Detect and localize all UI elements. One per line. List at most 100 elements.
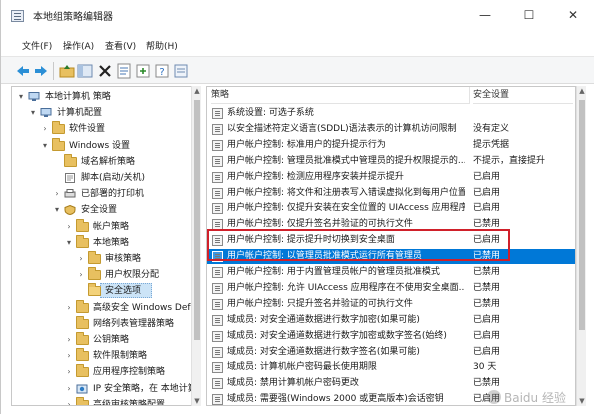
svg-text:?: ? bbox=[159, 67, 164, 78]
policy-row[interactable]: 用户帐户控制: 将文件和注册表写入错误虚拟化到每用户位置 已启用 bbox=[207, 186, 575, 201]
tree-item[interactable]: › 已部署的打印机 bbox=[12, 186, 200, 202]
column-header-security-setting[interactable]: 安全设置 bbox=[473, 87, 573, 104]
tree-item[interactable]: 网络列表管理器策略 bbox=[12, 315, 200, 332]
tree-item[interactable]: ▾ 本地策略 bbox=[12, 234, 200, 251]
tree-scrollbar[interactable]: ▲ ▼ bbox=[191, 86, 201, 406]
scroll-down-arrow-icon[interactable]: ▼ bbox=[577, 396, 587, 406]
expand-chevron-icon[interactable]: › bbox=[40, 121, 50, 137]
expand-chevron-icon[interactable]: › bbox=[76, 267, 86, 283]
view-icon[interactable] bbox=[173, 63, 189, 79]
policy-setting-icon bbox=[212, 394, 223, 405]
tree-item-label: 安全选项 bbox=[105, 286, 142, 297]
policy-row[interactable]: 用户帐户控制: 用于内置管理员帐户的管理员批准模式 已禁用 bbox=[207, 265, 575, 280]
console-tree-icon[interactable] bbox=[77, 63, 93, 79]
expand-chevron-icon[interactable]: › bbox=[64, 364, 74, 380]
tree-item[interactable]: 脚本(启动/关机) bbox=[12, 170, 200, 186]
expand-chevron-icon[interactable]: › bbox=[52, 186, 62, 202]
tree-item[interactable]: › 软件限制策略 bbox=[12, 348, 200, 364]
tree-item[interactable]: ▾ 安全设置 bbox=[12, 202, 200, 218]
folder-icon bbox=[88, 251, 101, 264]
expand-chevron-icon[interactable]: › bbox=[64, 219, 74, 235]
delete-icon[interactable] bbox=[97, 63, 113, 79]
policy-row[interactable]: 以安全描述符定义语言(SDDL)语法表示的计算机访问限制 没有定义 bbox=[207, 122, 575, 137]
policy-name: 以安全描述符定义语言(SDDL)语法表示的计算机访问限制 bbox=[227, 123, 457, 134]
folder-icon bbox=[76, 396, 89, 405]
tree-item[interactable]: ▾ 计算机配置 bbox=[12, 105, 200, 121]
menu-help[interactable]: 帮助(H) bbox=[146, 39, 178, 52]
column-header-policy[interactable]: 策略 bbox=[211, 87, 469, 104]
policy-row[interactable]: 用户帐户控制: 检测应用程序安装并提示提升 已启用 bbox=[207, 170, 575, 185]
expand-chevron-icon[interactable]: › bbox=[64, 397, 74, 405]
policy-setting-icon bbox=[212, 203, 223, 215]
policy-security-setting: 已禁用 bbox=[473, 267, 501, 277]
policy-setting-icon bbox=[212, 378, 223, 390]
column-divider[interactable] bbox=[469, 87, 470, 104]
forward-arrow-icon[interactable] bbox=[33, 63, 49, 79]
menu-view[interactable]: 查看(V) bbox=[105, 39, 136, 52]
menu-file[interactable]: 文件(F) bbox=[22, 39, 52, 52]
collapse-chevron-icon[interactable]: ▾ bbox=[28, 105, 38, 121]
watermark-text: Baidu 经验 bbox=[504, 391, 566, 405]
scroll-thumb[interactable] bbox=[194, 100, 200, 340]
policy-row[interactable]: 用户帐户控制: 标准用户的提升提示行为 提示凭据 bbox=[207, 138, 575, 153]
collapse-chevron-icon[interactable]: ▾ bbox=[16, 89, 26, 105]
policy-row[interactable]: 域成员: 计算机帐户密码最长使用期限 30 天 bbox=[207, 360, 575, 375]
collapse-chevron-icon[interactable]: ▾ bbox=[40, 138, 50, 154]
tree-item[interactable]: › 帐户策略 bbox=[12, 218, 200, 235]
policy-name: 用户帐户控制: 用于内置管理员帐户的管理员批准模式 bbox=[227, 267, 440, 277]
policy-name: 域成员: 需要强(Windows 2000 或更高版本)会话密钥 bbox=[227, 394, 444, 405]
tree-item[interactable]: ▾ 本地计算机 策略 bbox=[12, 89, 200, 105]
collapse-chevron-icon[interactable]: ▾ bbox=[52, 202, 62, 218]
policy-row[interactable]: 用户帐户控制: 管理员批准模式中管理员的提升权限提示的... 不提示，直接提升 bbox=[207, 154, 575, 169]
console-tree[interactable]: ▾ 本地计算机 策略 ▾ 计算机配置 › 软件设置 ▾ Windows 设置 域名解析策略脚本(… bbox=[11, 86, 201, 406]
tree-item[interactable]: 安全选项 bbox=[12, 283, 200, 299]
expand-chevron-icon[interactable]: › bbox=[64, 332, 74, 348]
scroll-up-arrow-icon[interactable]: ▲ bbox=[192, 86, 202, 96]
minimize-button[interactable]: — bbox=[463, 2, 507, 28]
list-scrollbar[interactable]: ▲ ▼ bbox=[576, 86, 586, 406]
expand-chevron-icon[interactable]: › bbox=[64, 300, 74, 316]
policy-setting-icon bbox=[212, 139, 223, 151]
folder-up-icon[interactable] bbox=[59, 63, 75, 79]
maximize-button[interactable]: ☐ bbox=[507, 2, 551, 28]
collapse-chevron-icon[interactable]: ▾ bbox=[64, 235, 74, 251]
back-arrow-icon[interactable] bbox=[15, 63, 31, 79]
tree-item[interactable]: › 公钥策略 bbox=[12, 332, 200, 348]
scroll-down-arrow-icon[interactable]: ▼ bbox=[192, 396, 202, 406]
expand-chevron-icon[interactable]: › bbox=[76, 251, 86, 267]
scroll-up-arrow-icon[interactable]: ▲ bbox=[577, 86, 587, 96]
tree-item[interactable]: › 用户权限分配 bbox=[12, 267, 200, 283]
tree-item[interactable]: › 应用程序控制策略 bbox=[12, 364, 200, 380]
tree-item[interactable]: › 软件设置 bbox=[12, 121, 200, 137]
help-icon[interactable]: ? bbox=[154, 63, 170, 79]
policy-row[interactable]: 用户帐户控制: 仅提升安装在安全位置的 UIAccess 应用程序 已启用 bbox=[207, 201, 575, 216]
expand-chevron-icon[interactable]: › bbox=[64, 348, 74, 364]
tree-item[interactable]: › 高级审核策略配置 bbox=[12, 396, 200, 405]
policy-security-setting: 已启用 bbox=[473, 171, 501, 182]
policy-setting-icon bbox=[212, 314, 223, 326]
policy-row[interactable]: 用户帐户控制: 允许 UIAccess 应用程序在不使用安全桌面... 已禁用 bbox=[207, 281, 575, 296]
export-list-icon[interactable] bbox=[135, 63, 151, 79]
tree-item[interactable]: › 高级安全 Windows Defe bbox=[12, 299, 200, 316]
tree-item[interactable]: › 审核策略 bbox=[12, 251, 200, 267]
tree-item[interactable]: › IP 安全策略，在 本地计算 bbox=[12, 381, 200, 397]
folder-icon bbox=[52, 137, 65, 151]
paw-logo-icon bbox=[487, 390, 501, 404]
policy-row[interactable]: 域成员: 对安全通道数据进行数字加密(如果可能) 已启用 bbox=[207, 313, 575, 328]
menu-action[interactable]: 操作(A) bbox=[63, 39, 94, 52]
tree-item[interactable]: ▾ Windows 设置 bbox=[12, 137, 200, 154]
expand-chevron-icon[interactable]: › bbox=[64, 381, 74, 397]
policy-row[interactable]: 域成员: 对安全通道数据进行数字签名(如果可能) 已启用 bbox=[207, 345, 575, 360]
properties-icon[interactable] bbox=[116, 63, 132, 79]
policy-name: 域成员: 禁用计算机帐户密码更改 bbox=[227, 378, 359, 389]
close-button[interactable]: ✕ bbox=[551, 2, 594, 28]
policy-row[interactable]: 用户帐户控制: 只提升签名并验证的可执行文件 已禁用 bbox=[207, 297, 575, 312]
scroll-thumb[interactable] bbox=[579, 100, 585, 330]
policy-name: 用户帐户控制: 将文件和注册表写入错误虚拟化到每用户位置 bbox=[227, 187, 465, 198]
policy-row[interactable]: 域成员: 对安全通道数据进行数字加密或数字签名(始终) 已启用 bbox=[207, 329, 575, 344]
tree-item[interactable]: 域名解析策略 bbox=[12, 153, 200, 170]
policy-row[interactable]: 系统设置: 可选子系统 bbox=[207, 106, 575, 121]
tree-item-label: 脚本(启动/关机) bbox=[81, 173, 146, 183]
